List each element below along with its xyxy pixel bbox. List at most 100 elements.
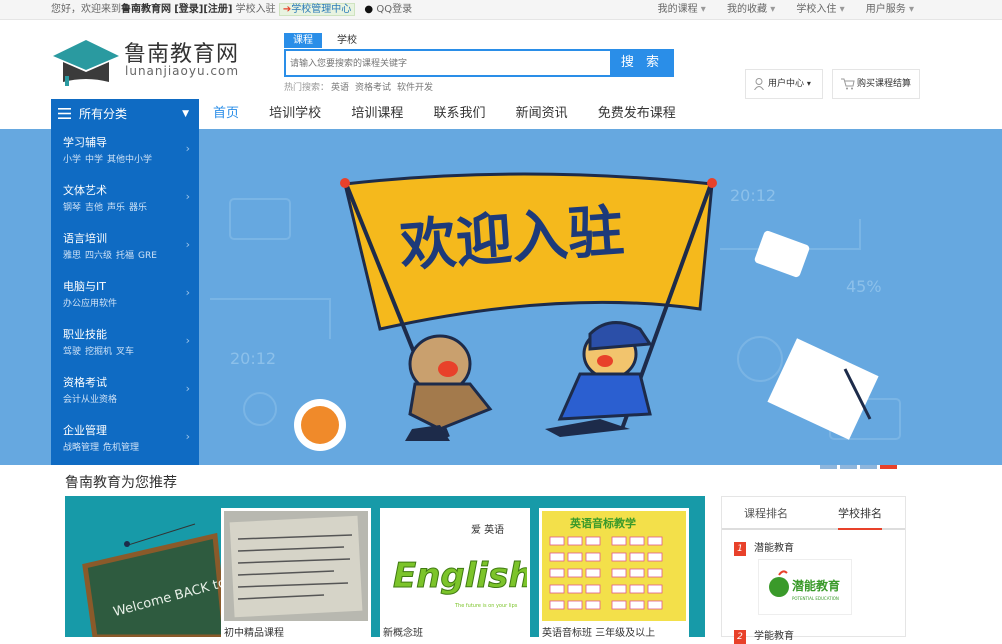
category-sub-link[interactable]: 中学 xyxy=(85,155,103,165)
ranking-panel: 课程排名 学校排名 1 潜能教育 潜能教育 POTENTIAL EDUCATION… xyxy=(721,496,906,644)
login-link[interactable]: [登录] xyxy=(174,4,203,15)
category-sub-link[interactable]: 四六级 xyxy=(85,251,112,261)
hot-searches: 热门搜索： 英语 资格考试 软件开发 xyxy=(284,80,674,93)
chevron-right-icon: › xyxy=(185,238,190,251)
nav-courses[interactable]: 培训课程 xyxy=(351,106,403,121)
nav-contact[interactable]: 联系我们 xyxy=(433,106,485,121)
site-logo[interactable]: 鲁南教育网 lunanjiaoyu.com xyxy=(51,34,241,86)
english-card-brand: English xyxy=(393,556,527,596)
category-item[interactable]: 学习辅导 小学 中学 其他中小学 › xyxy=(51,129,199,177)
chevron-right-icon: › xyxy=(185,142,190,155)
course-card[interactable]: 英语音标教学 英语音标班 三年级及以上 xyxy=(539,508,689,637)
category-item[interactable]: 文体艺术 钢琴 吉他 声乐 器乐 › xyxy=(51,177,199,225)
qq-login-link[interactable]: ● QQ登录 xyxy=(364,4,412,15)
category-sub-link[interactable]: 吉他 xyxy=(85,203,103,213)
course-card[interactable]: 爱 英语 English The future is on your lips … xyxy=(380,508,530,637)
hot-search-item[interactable]: 英语 xyxy=(331,83,349,93)
ranking-tabs: 课程排名 学校排名 xyxy=(722,497,905,530)
tab-school-ranking[interactable]: 学校排名 xyxy=(838,497,882,530)
category-subs: 小学 中学 其他中小学 xyxy=(63,152,199,165)
category-item[interactable]: 职业技能 驾驶 挖掘机 叉车 › xyxy=(51,321,199,369)
nav-schools[interactable]: 培训学校 xyxy=(269,106,321,121)
register-link[interactable]: [注册] xyxy=(203,4,232,15)
category-sub-link[interactable]: GRE xyxy=(138,251,157,261)
nav-publish[interactable]: 免费发布课程 xyxy=(598,106,676,121)
header: 鲁南教育网 lunanjiaoyu.com 课程学校 搜 索 热门搜索：英语资格… xyxy=(0,20,1002,99)
all-categories-label: 所有分类 xyxy=(79,107,128,121)
category-sub-link[interactable]: 声乐 xyxy=(107,203,125,213)
category-sub-link[interactable]: 叉车 xyxy=(116,347,134,357)
recommend-title: 鲁南教育为您推荐 xyxy=(65,475,177,491)
category-sub-link[interactable]: 战略管理 xyxy=(63,443,99,453)
cart-label: 购买课程结算 xyxy=(857,79,912,89)
chevron-right-icon: › xyxy=(185,334,190,347)
category-sub-link[interactable]: 挖掘机 xyxy=(85,347,112,357)
school-admin-link[interactable]: ➔学校管理中心 xyxy=(278,3,356,16)
english-card-tagline: The future is on your lips xyxy=(454,603,518,609)
category-sub-link[interactable]: 其他中小学 xyxy=(107,155,152,165)
cart-button[interactable]: 购买课程结算 xyxy=(832,69,920,99)
category-sub-link[interactable]: 驾驶 xyxy=(63,347,81,357)
category-title: 电脑与IT xyxy=(63,280,106,293)
category-subs: 雅思 四六级 托福 GRE xyxy=(63,248,199,261)
search-input[interactable] xyxy=(286,52,606,76)
chevron-right-icon: › xyxy=(185,190,190,203)
category-item[interactable]: 语言培训 雅思 四六级 托福 GRE › xyxy=(51,225,199,273)
chevron-down-icon: ▾ xyxy=(806,79,811,88)
category-sub-link[interactable]: 托福 xyxy=(116,251,134,261)
course-card-title: 初中精品课程 xyxy=(224,628,284,637)
school-logo-image[interactable]: 潜能教育 POTENTIAL EDUCATION xyxy=(758,559,852,615)
nav-news[interactable]: 新闻资讯 xyxy=(516,106,568,121)
banner-clock-text-2: 20:12 xyxy=(230,349,276,368)
tab-course-ranking[interactable]: 课程排名 xyxy=(744,497,788,530)
course-card-title: 新概念班 xyxy=(383,628,423,637)
caret-down-icon: ▼ xyxy=(182,109,189,119)
category-item[interactable]: 电脑与IT 办公应用软件 › xyxy=(51,273,199,321)
ranking-item[interactable]: 1 潜能教育 xyxy=(734,539,794,556)
ranking-item-name: 潜能教育 xyxy=(754,543,794,554)
site-name: 鲁南教育网 xyxy=(121,4,171,15)
phonetic-card-title: 英语音标教学 xyxy=(569,516,636,530)
english-card-top-text: 爱 英语 xyxy=(471,523,504,536)
category-sub-link[interactable]: 钢琴 xyxy=(63,203,81,213)
carousel-dot-active[interactable] xyxy=(880,465,897,469)
my-favorites-link[interactable]: 我的收藏 xyxy=(727,4,775,15)
school-logo-graphic: 潜能教育 POTENTIAL EDUCATION xyxy=(769,570,840,601)
all-categories-button[interactable]: 所有分类 ▼ xyxy=(51,99,199,129)
qq-login-label: QQ登录 xyxy=(376,4,413,15)
user-center-button[interactable]: 用户中心 ▾ xyxy=(745,69,823,99)
category-sub-link[interactable]: 办公应用软件 xyxy=(63,299,117,309)
search-tab-course[interactable]: 课程 xyxy=(284,33,322,48)
school-join-link[interactable]: 学校入驻 xyxy=(236,4,276,15)
carousel-indicators xyxy=(820,454,900,473)
category-subs: 驾驶 挖掘机 叉车 xyxy=(63,344,199,357)
my-courses-link[interactable]: 我的课程 xyxy=(658,4,706,15)
ranking-item[interactable]: 2 学能教育 xyxy=(734,627,794,644)
category-sub-link[interactable]: 器乐 xyxy=(129,203,147,213)
carousel-dot[interactable] xyxy=(840,465,857,469)
category-sub-link[interactable]: 会计从业资格 xyxy=(63,395,117,405)
school-admin-label: 学校管理中心 xyxy=(291,4,352,15)
course-card[interactable]: 初中精品课程 xyxy=(221,508,371,637)
category-subs: 战略管理 危机管理 xyxy=(63,440,199,453)
carousel-dot[interactable] xyxy=(820,465,837,469)
chevron-right-icon: › xyxy=(185,430,190,443)
hot-search-item[interactable]: 软件开发 xyxy=(397,83,433,93)
category-sub-link[interactable]: 雅思 xyxy=(63,251,81,261)
category-title: 文体艺术 xyxy=(63,184,107,197)
user-service-link[interactable]: 用户服务 xyxy=(866,4,914,15)
category-sub-link[interactable]: 危机管理 xyxy=(103,443,139,453)
category-item[interactable]: 资格考试 会计从业资格 › xyxy=(51,369,199,417)
search-button[interactable]: 搜 索 xyxy=(610,49,674,77)
category-sub-link[interactable]: 小学 xyxy=(63,155,81,165)
carousel-dot[interactable] xyxy=(860,465,877,469)
search-box: 搜 索 xyxy=(284,49,674,77)
top-bar-left: 您好，欢迎来到鲁南教育网 [登录][注册] 学校入驻 ➔学校管理中心 ● QQ登… xyxy=(51,0,412,20)
nav-home[interactable]: 首页 xyxy=(213,106,239,121)
category-item[interactable]: 企业管理 战略管理 危机管理 › xyxy=(51,417,199,465)
hot-search-item[interactable]: 资格考试 xyxy=(355,83,391,93)
school-settle-link[interactable]: 学校入住 xyxy=(796,4,844,15)
search-tab-school[interactable]: 学校 xyxy=(328,33,366,48)
course-card-title: 英语音标班 三年级及以上 xyxy=(542,628,656,637)
logo-text-en: lunanjiaoyu.com xyxy=(125,64,240,78)
